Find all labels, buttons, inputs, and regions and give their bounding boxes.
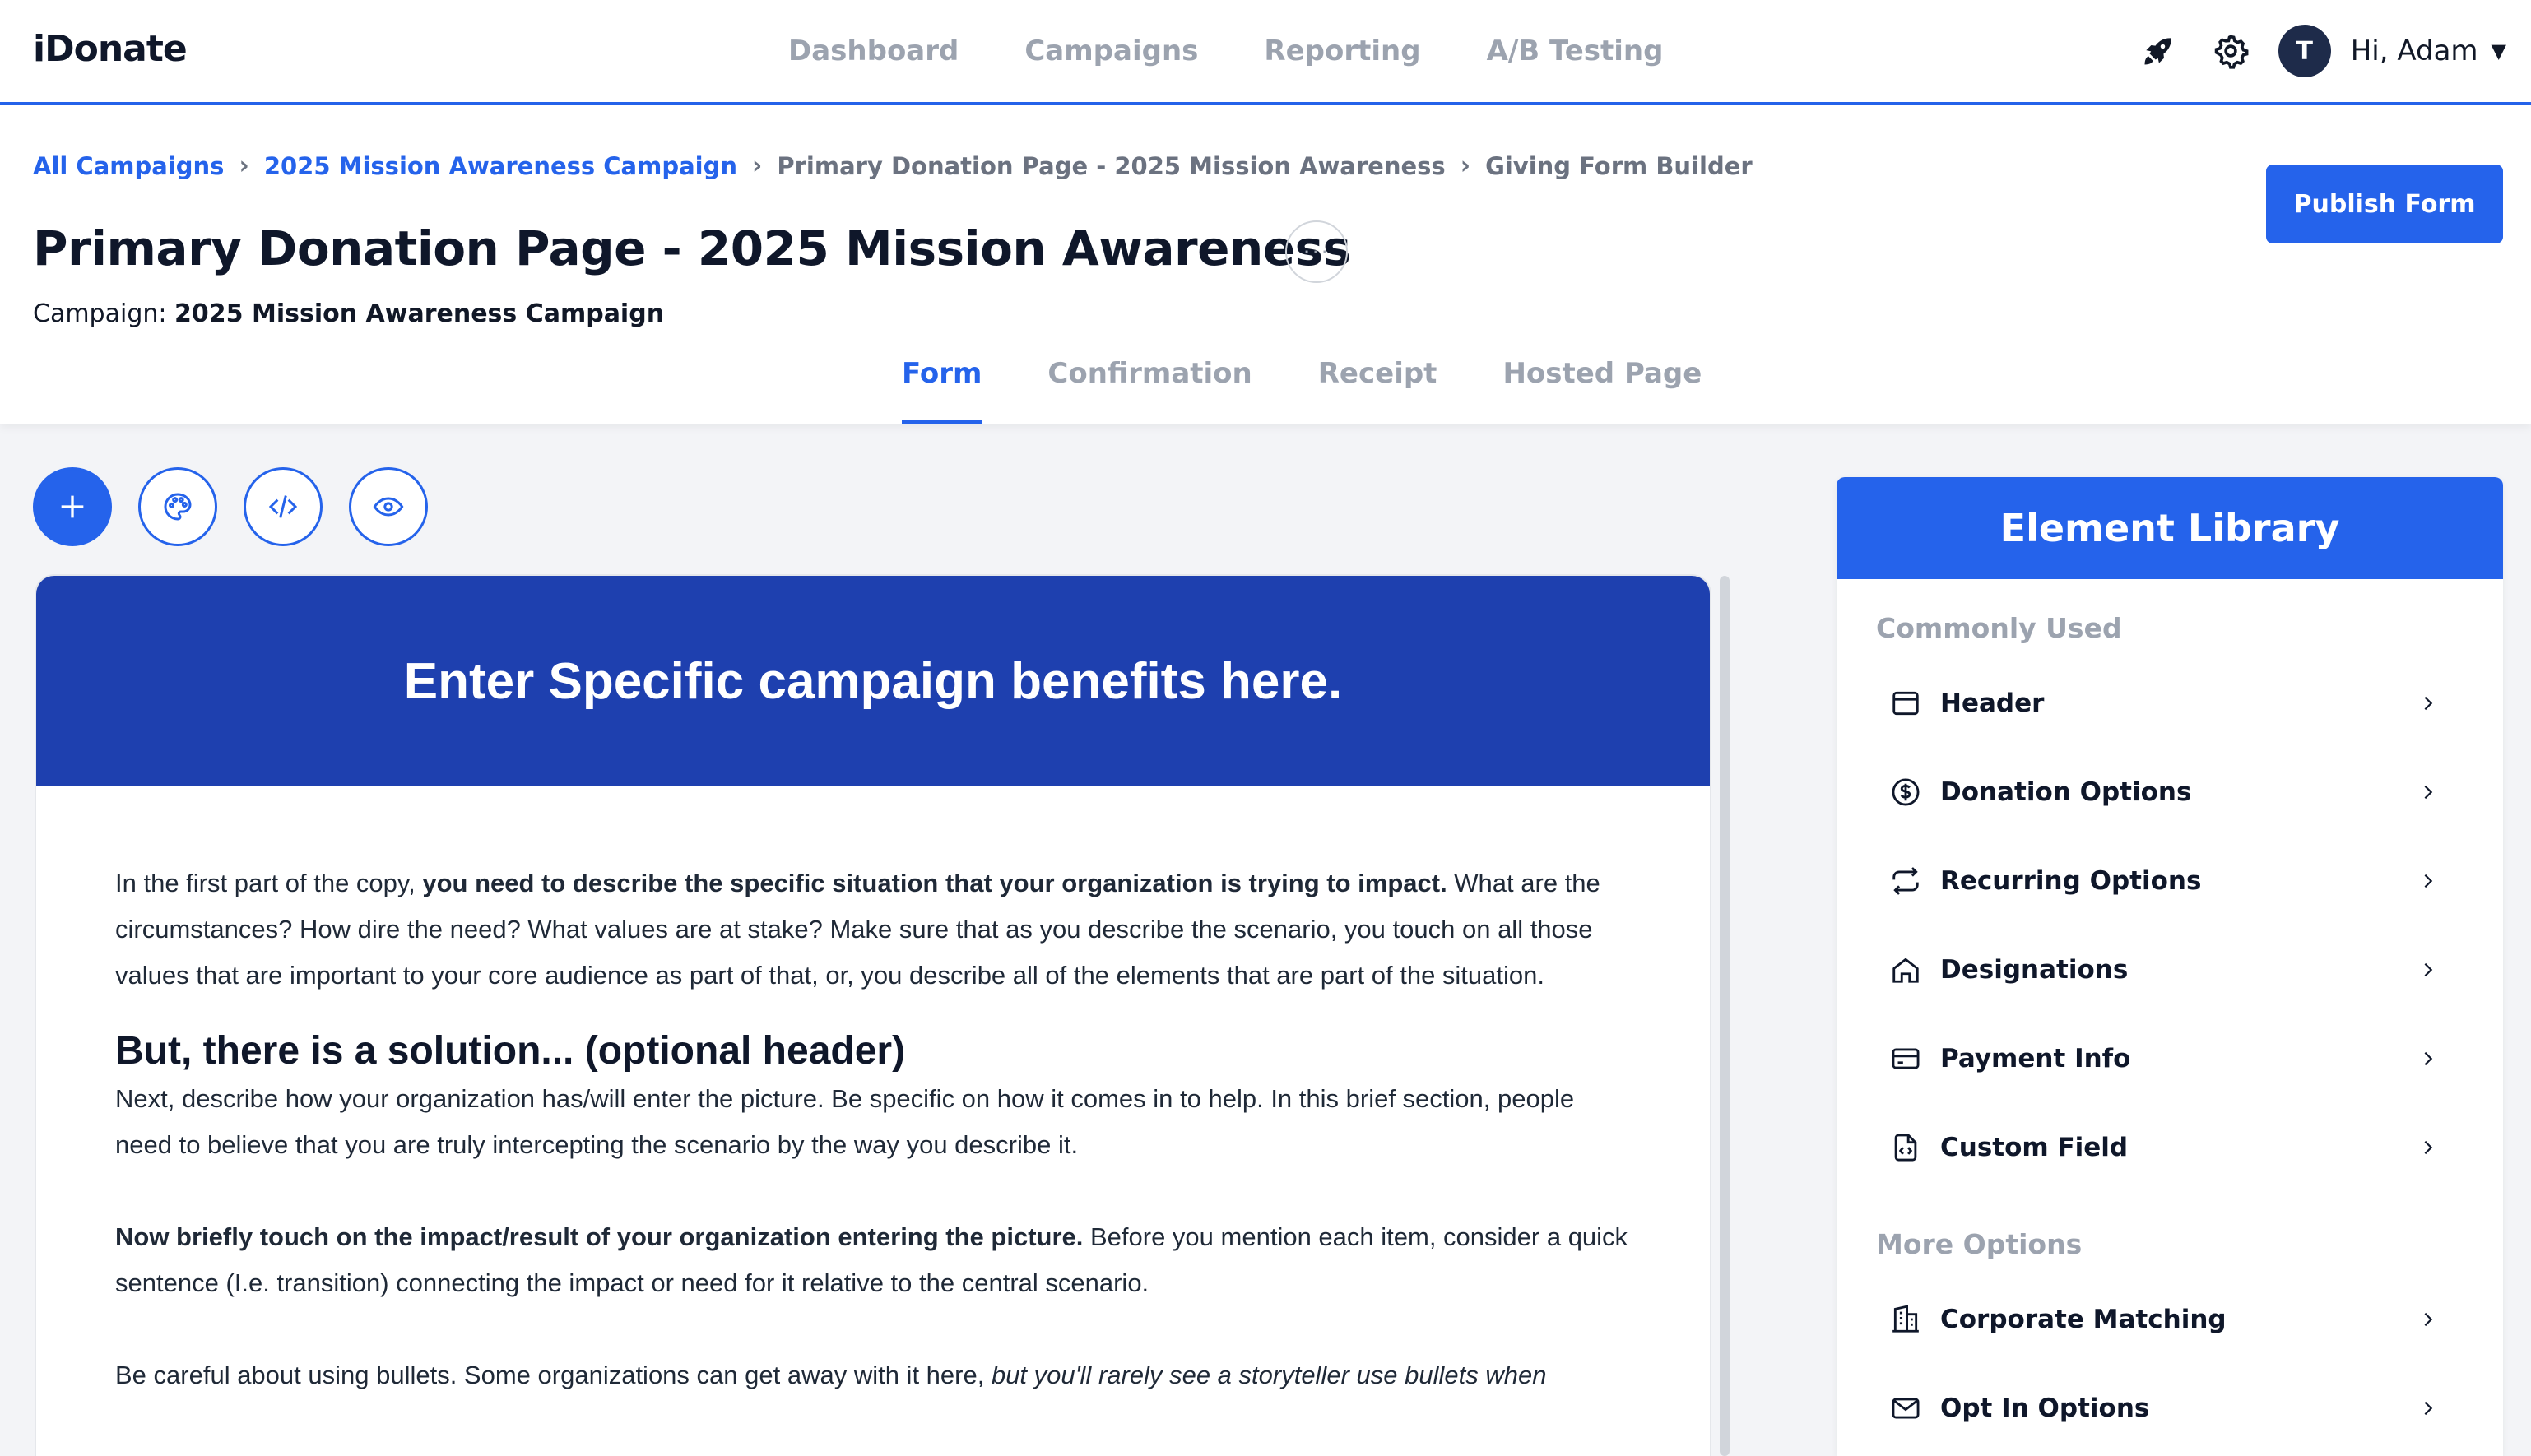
form-body-copy[interactable]: In the first part of the copy, you need … <box>36 786 1710 1398</box>
tab-confirmation[interactable]: Confirmation <box>1047 349 1252 424</box>
main-nav: Dashboard Campaigns Reporting A/B Testin… <box>788 0 1729 102</box>
user-controls: T Hi, Adam ▼ <box>2134 23 2506 79</box>
add-element-button[interactable] <box>33 467 112 546</box>
page-title: Primary Donation Page - 2025 Mission Awa… <box>33 220 1351 276</box>
nav-campaigns[interactable]: Campaigns <box>1024 35 1198 67</box>
eye-icon <box>373 497 404 517</box>
library-item-payment-info[interactable]: Payment Info <box>1837 1014 2503 1103</box>
chevron-right-icon: › <box>752 151 763 180</box>
element-library-title: Element Library <box>1837 477 2503 579</box>
preview-button[interactable] <box>349 467 428 546</box>
tab-receipt[interactable]: Receipt <box>1318 349 1437 424</box>
tab-bar: Form Confirmation Receipt Hosted Page <box>902 349 1767 424</box>
breadcrumb-campaign[interactable]: 2025 Mission Awareness Campaign <box>264 152 737 180</box>
nav-reporting[interactable]: Reporting <box>1264 35 1420 67</box>
campaign-name: 2025 Mission Awareness Campaign <box>174 299 665 328</box>
library-item-label: Opt In Options <box>1940 1393 2150 1423</box>
chevron-right-icon: › <box>1460 151 1471 180</box>
library-item-header[interactable]: Header <box>1837 659 2503 748</box>
banner-heading: Enter Specific campaign benefits here. <box>403 652 1343 710</box>
home-icon <box>1888 952 1924 988</box>
paragraph-situation: In the first part of the copy, you need … <box>115 869 1600 990</box>
library-item-custom-field[interactable]: Custom Field <box>1837 1103 2503 1192</box>
chevron-right-icon <box>2416 1135 2440 1160</box>
code-file-icon <box>1888 1129 1924 1166</box>
breadcrumb-donation-page: Primary Donation Page - 2025 Mission Awa… <box>777 151 1446 180</box>
rocket-icon[interactable] <box>2134 26 2183 76</box>
library-item-label: Payment Info <box>1940 1044 2131 1073</box>
solution-heading: But, there is a solution... (optional he… <box>115 1029 906 1073</box>
chevron-right-icon <box>2416 1046 2440 1071</box>
library-item-label: Designations <box>1940 955 2129 985</box>
theme-button[interactable] <box>138 467 217 546</box>
user-greeting[interactable]: Hi, Adam <box>2351 35 2478 67</box>
library-item-label: Donation Options <box>1940 777 2192 807</box>
credit-card-icon <box>1888 1041 1924 1077</box>
library-item-label: Corporate Matching <box>1940 1305 2227 1334</box>
publish-form-button[interactable]: Publish Form <box>2266 165 2503 243</box>
paragraph-bullets: Be careful about using bullets. Some org… <box>115 1361 1547 1389</box>
caret-down-icon[interactable]: ▼ <box>2492 39 2506 63</box>
plus-icon <box>61 495 84 518</box>
palette-icon <box>164 493 192 521</box>
library-item-corporate-matching[interactable]: Corporate Matching <box>1837 1275 2503 1364</box>
library-item-donation-options[interactable]: Donation Options <box>1837 748 2503 837</box>
section-more-options: More Options <box>1876 1228 2083 1260</box>
breadcrumb-form-builder: Giving Form Builder <box>1485 151 1753 180</box>
chevron-right-icon <box>2416 1307 2440 1332</box>
dollar-circle-icon <box>1888 774 1924 810</box>
campaign-prefix: Campaign: <box>33 299 167 328</box>
idonate-logo[interactable]: iDonate <box>33 28 188 70</box>
builder-toolbar <box>33 467 454 546</box>
section-commonly-used: Commonly Used <box>1876 612 2122 644</box>
element-library-panel: Element Library Commonly Used Header Don… <box>1837 477 2503 1456</box>
breadcrumb: All Campaigns › 2025 Mission Awareness C… <box>33 151 1753 180</box>
embed-code-button[interactable] <box>244 467 323 546</box>
building-icon <box>1888 1301 1924 1338</box>
chevron-right-icon: › <box>239 151 249 180</box>
library-item-label: Recurring Options <box>1940 866 2202 896</box>
more-options-button[interactable]: ··· <box>1285 220 1348 283</box>
form-header-banner[interactable]: Enter Specific campaign benefits here. <box>36 576 1710 786</box>
top-navigation-bar: iDonate Dashboard Campaigns Reporting A/… <box>0 0 2531 105</box>
chevron-right-icon <box>2416 780 2440 805</box>
mail-icon <box>1888 1390 1924 1426</box>
code-icon <box>268 495 298 518</box>
tab-form[interactable]: Form <box>902 349 982 424</box>
library-item-recurring-options[interactable]: Recurring Options <box>1837 837 2503 925</box>
campaign-info: Campaign: 2025 Mission Awareness Campaig… <box>33 299 664 328</box>
nav-ab-testing[interactable]: A/B Testing <box>1487 35 1664 67</box>
chevron-right-icon <box>2416 958 2440 982</box>
avatar[interactable]: T <box>2278 25 2331 77</box>
chevron-right-icon <box>2416 869 2440 893</box>
gear-icon[interactable] <box>2206 26 2255 76</box>
nav-dashboard[interactable]: Dashboard <box>788 35 959 67</box>
page-header: All Campaigns › 2025 Mission Awareness C… <box>0 105 2531 424</box>
canvas-scrollbar[interactable] <box>1720 576 1730 1456</box>
chevron-right-icon <box>2416 691 2440 716</box>
paragraph-impact: Now briefly touch on the impact/result o… <box>115 1222 1628 1297</box>
form-canvas[interactable]: Enter Specific campaign benefits here. I… <box>36 576 1710 1456</box>
paragraph-solution: Next, describe how your organization has… <box>115 1084 1575 1159</box>
library-item-label: Custom Field <box>1940 1133 2129 1162</box>
library-item-opt-in-options[interactable]: Opt In Options <box>1837 1364 2503 1453</box>
breadcrumb-all-campaigns[interactable]: All Campaigns <box>33 152 224 180</box>
library-item-label: Header <box>1940 689 2045 718</box>
library-item-designations[interactable]: Designations <box>1837 925 2503 1014</box>
header-icon <box>1888 685 1924 721</box>
repeat-icon <box>1888 863 1924 899</box>
tab-hosted-page[interactable]: Hosted Page <box>1502 349 1702 424</box>
chevron-right-icon <box>2416 1396 2440 1421</box>
